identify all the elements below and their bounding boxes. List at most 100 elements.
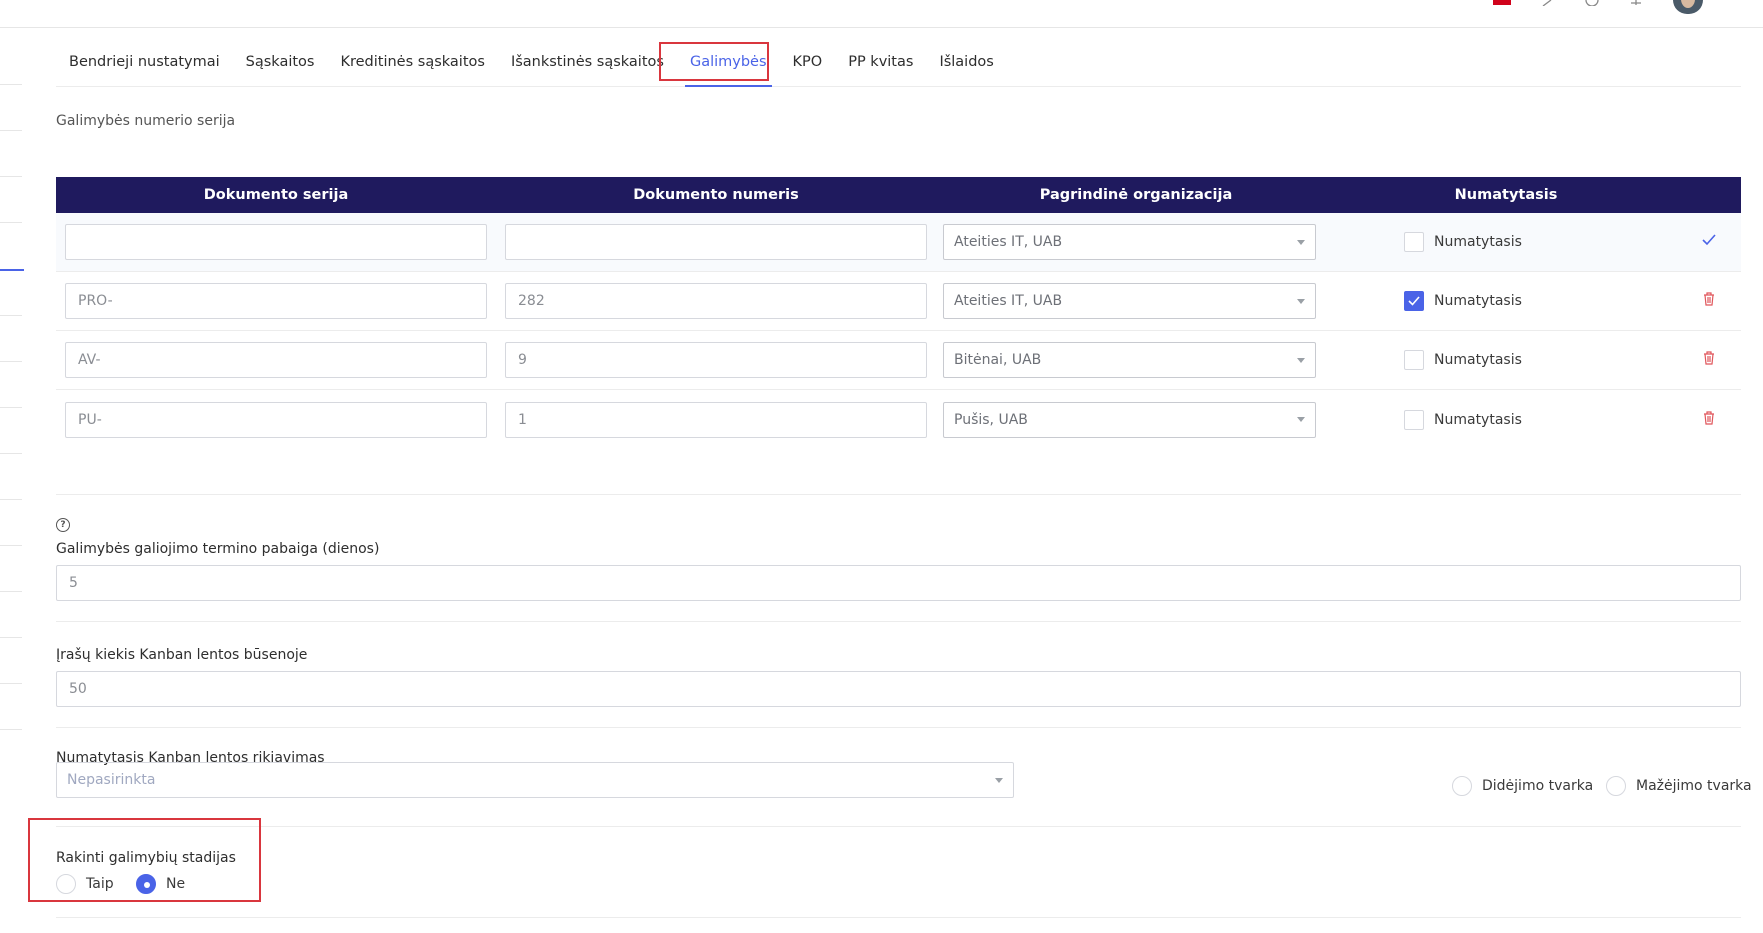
tab-bendrieji-nustatymai[interactable]: Bendrieji nustatymai [56, 42, 233, 87]
series-input[interactable] [65, 224, 487, 260]
sidebar-divider [0, 591, 22, 592]
sidebar-active-indicator [0, 269, 24, 271]
chevron-down-icon [1297, 357, 1305, 363]
sort-descending-option[interactable]: Mažėjimo tvarka [1606, 776, 1752, 796]
sidebar-divider [0, 361, 22, 362]
tab-galimybes[interactable]: Galimybės [677, 42, 780, 87]
header-actions [1676, 177, 1741, 213]
validity-days-input[interactable]: 5 [56, 565, 1741, 601]
pencil-icon[interactable] [1541, 0, 1555, 6]
clock-icon[interactable] [1585, 0, 1599, 6]
table-row: PU- 1 Pušis, UAB Numatytasis [56, 390, 1741, 449]
number-input[interactable]: 282 [505, 283, 927, 319]
sidebar-divider [0, 637, 22, 638]
bell-icon[interactable] [1629, 0, 1643, 6]
series-table: Dokumento serija Dokumento numeris Pagri… [56, 177, 1741, 449]
kanban-sort-select[interactable]: Nepasirinkta [56, 762, 1014, 798]
default-checkbox[interactable] [1404, 232, 1424, 252]
default-option[interactable]: Numatytasis [1404, 291, 1522, 311]
sort-descending-radio[interactable] [1606, 776, 1626, 796]
organization-select[interactable]: Bitėnai, UAB [943, 342, 1316, 378]
kanban-sort-placeholder: Nepasirinkta [67, 772, 156, 788]
lock-stages-yes-option[interactable]: Taip [56, 874, 114, 894]
sort-ascending-label: Didėjimo tvarka [1482, 778, 1594, 794]
table-header: Dokumento serija Dokumento numeris Pagri… [56, 177, 1741, 213]
chevron-down-icon [995, 777, 1003, 783]
flag-icon[interactable] [1493, 0, 1511, 5]
number-input[interactable] [505, 224, 927, 260]
chevron-down-icon [1297, 298, 1305, 304]
kanban-count-input[interactable]: 50 [56, 671, 1741, 707]
sidebar-divider [0, 222, 22, 223]
number-input[interactable]: 9 [505, 342, 927, 378]
section-divider [56, 917, 1741, 918]
tab-saskaitos[interactable]: Sąskaitos [233, 42, 328, 87]
top-header [0, 0, 1763, 28]
tab-pp-kvitas[interactable]: PP kvitas [835, 42, 926, 87]
header-main-organization: Pagrindinė organizacija [1039, 187, 1233, 203]
default-option[interactable]: Numatytasis [1404, 409, 1522, 430]
series-input[interactable]: PU- [65, 401, 487, 438]
tab-islaidos[interactable]: Išlaidos [926, 42, 1006, 87]
lock-stages-no-radio[interactable] [136, 874, 156, 894]
organization-value: Pušis, UAB [954, 411, 1028, 428]
section-divider [56, 826, 1741, 827]
number-input[interactable]: 1 [505, 401, 927, 438]
sidebar-divider [0, 84, 22, 85]
table-row: Ateities IT, UAB Numatytasis [56, 213, 1741, 272]
series-input[interactable]: AV- [65, 342, 487, 378]
table-row: AV- 9 Bitėnai, UAB Numatytasis [56, 331, 1741, 390]
header-icons [1493, 0, 1703, 14]
default-option[interactable]: Numatytasis [1404, 232, 1522, 252]
sidebar [0, 28, 24, 933]
default-label: Numatytasis [1434, 352, 1522, 368]
sort-ascending-radio[interactable] [1452, 776, 1472, 796]
default-label: Numatytasis [1434, 234, 1522, 250]
table-row: PRO- 282 Ateities IT, UAB Numatytasis [56, 272, 1741, 331]
trash-icon[interactable] [1703, 410, 1715, 429]
header-default: Numatytasis [1454, 187, 1558, 203]
kanban-count-label: Įrašų kiekis Kanban lentos būsenoje [56, 647, 308, 663]
organization-value: Ateities IT, UAB [954, 234, 1063, 250]
header-document-series: Dokumento serija [203, 187, 349, 203]
section-title: Galimybės numerio serija [56, 113, 236, 129]
tab-kreditines-saskaitos[interactable]: Kreditinės sąskaitos [327, 42, 497, 87]
lock-stages-yes-radio[interactable] [56, 874, 76, 894]
sidebar-divider [0, 315, 22, 316]
tab-kpo[interactable]: KPO [780, 42, 836, 87]
trash-icon[interactable] [1703, 351, 1715, 369]
lock-stages-no-option[interactable]: Ne [136, 874, 185, 894]
header-document-number: Dokumento numeris [633, 187, 799, 203]
sidebar-divider [0, 729, 22, 730]
lock-stages-no-label: Ne [166, 876, 186, 892]
organization-value: Bitėnai, UAB [954, 352, 1042, 368]
organization-select[interactable]: Pušis, UAB [943, 401, 1316, 438]
sidebar-divider [0, 130, 22, 131]
organization-value: Ateities IT, UAB [954, 293, 1063, 309]
organization-select[interactable]: Ateities IT, UAB [943, 283, 1316, 319]
sidebar-divider [0, 453, 22, 454]
default-label: Numatytasis [1434, 293, 1522, 309]
organization-select[interactable]: Ateities IT, UAB [943, 224, 1316, 260]
section-divider [56, 727, 1741, 728]
chevron-down-icon [1297, 239, 1305, 245]
lock-stages-yes-label: Taip [86, 876, 114, 892]
validity-label: Galimybės galiojimo termino pabaiga (die… [56, 541, 380, 557]
series-input[interactable]: PRO- [65, 283, 487, 319]
sidebar-divider [0, 499, 22, 500]
sort-ascending-option[interactable]: Didėjimo tvarka [1452, 776, 1593, 796]
default-checkbox[interactable] [1404, 291, 1424, 311]
tab-isankstines-saskaitos[interactable]: Išankstinės sąskaitos [498, 42, 677, 87]
default-option[interactable]: Numatytasis [1404, 350, 1522, 370]
help-icon[interactable]: ? [56, 518, 70, 532]
confirm-icon[interactable] [1701, 234, 1716, 250]
lock-stages-label: Rakinti galimybių stadijas [56, 850, 236, 866]
default-label: Numatytasis [1434, 411, 1522, 428]
trash-icon[interactable] [1703, 292, 1715, 310]
default-checkbox[interactable] [1404, 350, 1424, 370]
sidebar-divider [0, 176, 22, 177]
sidebar-divider [0, 407, 22, 408]
default-checkbox[interactable] [1404, 409, 1424, 430]
settings-tabs: Bendrieji nustatymai Sąskaitos Kreditinė… [56, 42, 1741, 87]
avatar[interactable] [1673, 0, 1703, 14]
